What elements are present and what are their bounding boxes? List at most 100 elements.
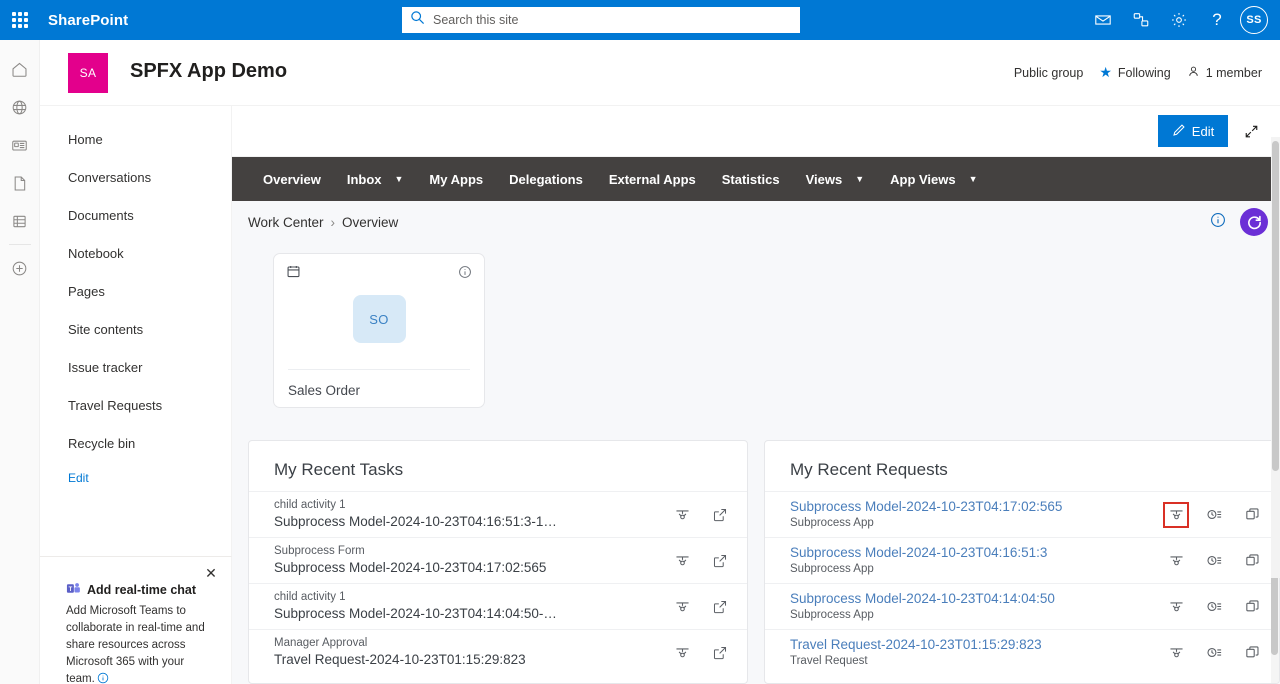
workflow-diagram-icon[interactable] bbox=[1163, 501, 1189, 528]
request-link[interactable]: Travel Request-2024-10-23T01:15:29:823 bbox=[790, 636, 1120, 654]
tab-inbox[interactable]: Inbox ▼ bbox=[334, 157, 417, 201]
workflow-diagram-icon[interactable] bbox=[1163, 548, 1189, 574]
create-icon[interactable] bbox=[0, 249, 40, 287]
page-icon[interactable] bbox=[0, 164, 40, 202]
gear-icon[interactable] bbox=[1160, 0, 1198, 40]
task-name: child activity 1 bbox=[274, 591, 346, 603]
table-row[interactable]: Subprocess Model-2024-10-23T04:17:02:565… bbox=[765, 491, 1279, 537]
workflow-diagram-icon[interactable] bbox=[669, 594, 695, 620]
pencil-icon bbox=[1172, 123, 1186, 140]
sidebar-item-pages[interactable]: Pages bbox=[40, 272, 231, 310]
sidebar-item-travel-requests[interactable]: Travel Requests bbox=[40, 386, 231, 424]
avatar[interactable]: SS bbox=[1240, 6, 1268, 34]
task-detail: Travel Request-2024-10-23T01:15:29:823 bbox=[274, 652, 526, 667]
sidebar-item-issue-tracker[interactable]: Issue tracker bbox=[40, 348, 231, 386]
task-name: child activity 1 bbox=[274, 499, 346, 511]
search-box[interactable] bbox=[402, 7, 800, 33]
tab-overview-label: Overview bbox=[263, 171, 321, 187]
app-card-sales-order[interactable]: SO Sales Order bbox=[273, 253, 485, 408]
copy-icon[interactable] bbox=[1239, 502, 1265, 528]
edit-button[interactable]: Edit bbox=[1158, 115, 1228, 147]
tab-inbox-label: Inbox bbox=[346, 171, 382, 187]
breadcrumb-root[interactable]: Work Center bbox=[248, 215, 324, 230]
workflow-diagram-icon[interactable] bbox=[1163, 594, 1189, 620]
table-row[interactable]: Travel Request-2024-10-23T01:15:29:823 T… bbox=[765, 629, 1279, 675]
info-icon[interactable] bbox=[97, 672, 109, 684]
mail-icon[interactable] bbox=[1084, 0, 1122, 40]
tab-app-views[interactable]: App Views ▼ bbox=[877, 157, 990, 201]
teams-chat-icon[interactable] bbox=[1122, 0, 1160, 40]
request-actions bbox=[1163, 594, 1279, 620]
svg-text:T: T bbox=[69, 587, 73, 593]
members-button[interactable]: 1 member bbox=[1187, 65, 1262, 81]
copy-icon[interactable] bbox=[1239, 640, 1265, 666]
history-icon[interactable] bbox=[1201, 640, 1227, 666]
workflow-diagram-icon[interactable] bbox=[669, 548, 695, 574]
tab-external-apps[interactable]: External Apps bbox=[596, 157, 709, 201]
site-meta: Public group ★ Following 1 member bbox=[1014, 64, 1262, 81]
app-launcher-button[interactable] bbox=[0, 0, 40, 40]
app-card-divider bbox=[288, 369, 470, 370]
sidebar-item-conversations[interactable]: Conversations bbox=[40, 158, 231, 196]
site-privacy-label: Public group bbox=[1013, 65, 1084, 80]
task-info: Manager Approval Travel Request-2024-10-… bbox=[274, 636, 669, 669]
sidebar-item-documents[interactable]: Documents bbox=[40, 196, 231, 234]
task-info: child activity 1 Subprocess Model-2024-1… bbox=[274, 498, 669, 531]
open-external-icon[interactable] bbox=[707, 594, 733, 620]
table-row[interactable]: child activity 1 Subprocess Model-2024-1… bbox=[249, 491, 747, 537]
sidebar-item-recycle-bin[interactable]: Recycle bin bbox=[40, 424, 231, 462]
site-header: SA SPFX App Demo Public group ★ Followin… bbox=[40, 40, 1280, 106]
help-glyph: ? bbox=[1212, 10, 1222, 29]
open-external-icon[interactable] bbox=[707, 502, 733, 528]
full-screen-icon[interactable] bbox=[1238, 118, 1264, 144]
copy-icon[interactable] bbox=[1239, 594, 1265, 620]
request-info: Subprocess Model-2024-10-23T04:14:04:50 … bbox=[790, 590, 1163, 623]
content-scrollbar[interactable] bbox=[1271, 137, 1280, 578]
globe-icon[interactable] bbox=[0, 88, 40, 126]
workflow-diagram-icon[interactable] bbox=[669, 502, 695, 528]
sharepoint-brand-link[interactable]: SharePoint bbox=[48, 12, 128, 29]
open-external-icon[interactable] bbox=[707, 640, 733, 666]
history-icon[interactable] bbox=[1201, 548, 1227, 574]
tab-overview[interactable]: Overview bbox=[250, 157, 334, 201]
workflow-diagram-icon[interactable] bbox=[669, 640, 695, 666]
table-row[interactable]: Subprocess Form Subprocess Model-2024-10… bbox=[249, 537, 747, 583]
request-app: Travel Request bbox=[790, 655, 868, 667]
search-input[interactable] bbox=[433, 9, 773, 31]
tab-my-apps[interactable]: My Apps bbox=[416, 157, 496, 201]
history-icon[interactable] bbox=[1201, 502, 1227, 528]
request-app: Subprocess App bbox=[790, 517, 874, 529]
open-external-icon[interactable] bbox=[707, 548, 733, 574]
tab-views[interactable]: Views ▼ bbox=[793, 157, 878, 201]
app-navigation-bar: Overview Inbox ▼ My Apps Delegations Ext… bbox=[232, 157, 1280, 201]
request-app: Subprocess App bbox=[790, 609, 874, 621]
news-icon[interactable] bbox=[0, 126, 40, 164]
request-link[interactable]: Subprocess Model-2024-10-23T04:17:02:565 bbox=[790, 498, 1120, 516]
sidebar-item-notebook[interactable]: Notebook bbox=[40, 234, 231, 272]
following-button[interactable]: ★ Following bbox=[1099, 64, 1170, 81]
close-icon[interactable]: ✕ bbox=[201, 563, 221, 583]
sidebar-item-home[interactable]: Home bbox=[40, 120, 231, 158]
table-row[interactable]: Manager Approval Travel Request-2024-10-… bbox=[249, 629, 747, 675]
app-card-info-icon[interactable] bbox=[458, 265, 472, 284]
copy-icon[interactable] bbox=[1239, 548, 1265, 574]
tab-statistics[interactable]: Statistics bbox=[709, 157, 793, 201]
tab-views-label: Views bbox=[805, 171, 843, 187]
history-icon[interactable] bbox=[1201, 594, 1227, 620]
sidebar-item-site-contents[interactable]: Site contents bbox=[40, 310, 231, 348]
info-icon[interactable] bbox=[1210, 212, 1226, 233]
refresh-button[interactable] bbox=[1240, 208, 1268, 236]
tab-delegations[interactable]: Delegations bbox=[496, 157, 596, 201]
request-link[interactable]: Subprocess Model-2024-10-23T04:14:04:50 bbox=[790, 590, 1120, 608]
table-row[interactable]: child activity 1 Subprocess Model-2024-1… bbox=[249, 583, 747, 629]
workflow-diagram-icon[interactable] bbox=[1163, 640, 1189, 666]
table-row[interactable]: Subprocess Model-2024-10-23T04:16:51:3 S… bbox=[765, 537, 1279, 583]
edit-navigation-link[interactable]: Edit bbox=[40, 462, 231, 494]
page-title[interactable]: SPFX App Demo bbox=[130, 60, 287, 83]
table-row[interactable]: Subprocess Model-2024-10-23T04:14:04:50 … bbox=[765, 583, 1279, 629]
lists-icon[interactable] bbox=[0, 202, 40, 240]
home-icon[interactable] bbox=[0, 50, 40, 88]
content-scrollbar-thumb[interactable] bbox=[1272, 141, 1279, 471]
request-link[interactable]: Subprocess Model-2024-10-23T04:16:51:3 bbox=[790, 544, 1120, 562]
help-icon[interactable]: ? bbox=[1198, 0, 1236, 40]
